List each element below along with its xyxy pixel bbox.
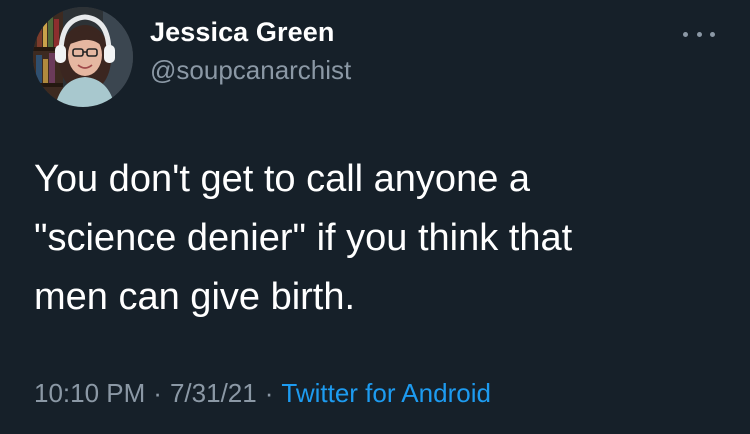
tweet-source-link[interactable]: Twitter for Android bbox=[281, 378, 491, 408]
tweet-date[interactable]: 7/31/21 bbox=[170, 378, 257, 408]
tweet-text-line: You don't get to call anyone a bbox=[34, 158, 531, 200]
more-options-icon[interactable] bbox=[683, 27, 715, 41]
tweet-card: Jessica Green @soupcanarchist You don't … bbox=[0, 0, 750, 434]
avatar-image bbox=[33, 7, 133, 107]
more-dot bbox=[683, 31, 688, 37]
author-display-name[interactable]: Jessica Green bbox=[150, 17, 334, 48]
tweet-text: You don't get to call anyone a "science … bbox=[34, 150, 714, 327]
tweet-text-line: men can give birth. bbox=[34, 276, 356, 318]
avatar[interactable] bbox=[33, 7, 133, 107]
tweet-time[interactable]: 10:10 PM bbox=[34, 378, 145, 408]
meta-separator: · bbox=[153, 378, 162, 408]
more-dot bbox=[710, 31, 715, 37]
more-dot bbox=[696, 31, 702, 37]
meta-separator: · bbox=[264, 378, 274, 408]
author-handle[interactable]: @soupcanarchist bbox=[150, 55, 351, 86]
tweet-meta: 10:10 PM · 7/31/21 · Twitter for Android bbox=[34, 378, 491, 409]
tweet-text-line: "science denier" if you think that bbox=[34, 217, 573, 259]
